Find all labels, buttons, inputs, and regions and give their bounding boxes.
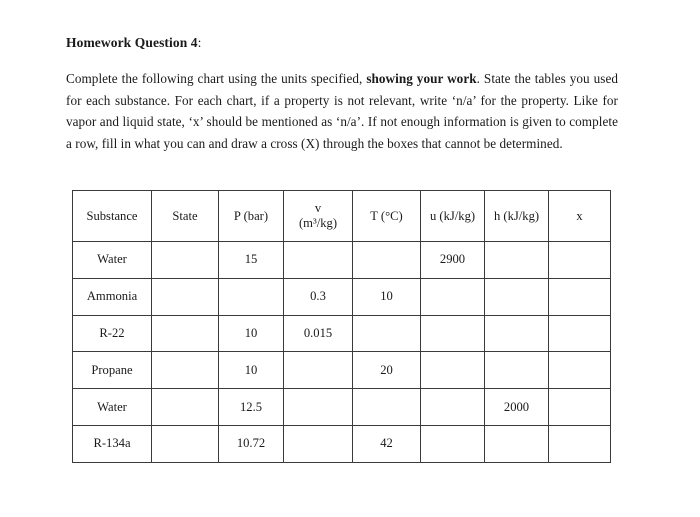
column-header-pressure: P (bar) — [218, 190, 284, 242]
column-header-enthalpy-label: h (kJ/kg) — [493, 208, 540, 223]
cell-temperature[interactable] — [352, 241, 421, 279]
cell-quality[interactable] — [548, 277, 611, 316]
table-row: Propane 10 20 — [72, 351, 611, 390]
instructions-part-1: Complete the following chart using the u… — [66, 71, 367, 86]
cell-enthalpy[interactable]: 2000 — [484, 388, 549, 426]
cell-pressure[interactable]: 10 — [218, 314, 284, 353]
column-header-temperature: T (°C) — [352, 190, 421, 242]
cell-temperature[interactable]: 42 — [352, 424, 421, 463]
table-row: Water 15 2900 — [72, 241, 611, 279]
column-header-enthalpy: h (kJ/kg) — [484, 190, 549, 242]
column-header-state: State — [151, 190, 219, 242]
cell-substance: Water — [72, 241, 152, 279]
cell-pressure[interactable] — [218, 277, 284, 316]
cell-quality[interactable] — [548, 424, 611, 463]
cell-pressure[interactable]: 10.72 — [218, 424, 284, 463]
properties-table: Substance State P (bar) v (m³/kg) T (°C) — [72, 190, 611, 463]
table-row: Water 12.5 2000 — [72, 388, 611, 426]
table-row: R-22 10 0.015 — [72, 314, 611, 353]
cell-temperature[interactable]: 20 — [352, 351, 421, 390]
cell-temperature[interactable]: 10 — [352, 277, 421, 316]
cell-enthalpy[interactable] — [484, 314, 549, 353]
cell-substance: Ammonia — [72, 277, 152, 316]
column-header-internal-energy: u (kJ/kg) — [420, 190, 485, 242]
column-header-pressure-label: P (bar) — [233, 208, 269, 223]
column-header-quality-label: x — [576, 208, 583, 223]
column-header-specific-volume: v (m³/kg) — [283, 190, 353, 242]
cell-internal-energy[interactable] — [420, 351, 485, 390]
page-title-text: Homework Question 4 — [66, 35, 198, 50]
cell-substance: R-22 — [72, 314, 152, 353]
page-title-colon: : — [197, 35, 202, 50]
column-header-specific-volume-unit: (m³/kg) — [298, 216, 338, 230]
cell-enthalpy[interactable] — [484, 424, 549, 463]
cell-pressure[interactable]: 10 — [218, 351, 284, 390]
cell-state[interactable] — [151, 241, 219, 279]
document-content: Homework Question 4: Complete the follow… — [66, 34, 618, 154]
cell-specific-volume[interactable] — [283, 351, 353, 390]
cell-state[interactable] — [151, 388, 219, 426]
cell-enthalpy[interactable] — [484, 277, 549, 316]
cell-internal-energy[interactable] — [420, 424, 485, 463]
cell-quality[interactable] — [548, 241, 611, 279]
column-header-quality: x — [548, 190, 611, 242]
cell-substance: R-134a — [72, 424, 152, 463]
page-title: Homework Question 4: — [66, 34, 618, 52]
cell-specific-volume[interactable] — [283, 388, 353, 426]
cell-enthalpy[interactable] — [484, 241, 549, 279]
cell-internal-energy[interactable] — [420, 314, 485, 353]
cell-enthalpy[interactable] — [484, 351, 549, 390]
cell-substance: Propane — [72, 351, 152, 390]
column-header-specific-volume-label: v — [314, 201, 322, 215]
cell-quality[interactable] — [548, 388, 611, 426]
column-header-substance-label: Substance — [86, 208, 138, 223]
table-row: Ammonia 0.3 10 — [72, 277, 611, 316]
cell-quality[interactable] — [548, 314, 611, 353]
column-header-state-label: State — [172, 208, 198, 223]
cell-pressure[interactable]: 15 — [218, 241, 284, 279]
cell-temperature[interactable] — [352, 388, 421, 426]
instructions-paragraph: Complete the following chart using the u… — [66, 68, 618, 154]
cell-state[interactable] — [151, 424, 219, 463]
document-page: Homework Question 4: Complete the follow… — [0, 0, 700, 517]
cell-quality[interactable] — [548, 351, 611, 390]
cell-specific-volume[interactable]: 0.015 — [283, 314, 353, 353]
column-header-internal-energy-label: u (kJ/kg) — [429, 208, 476, 223]
cell-state[interactable] — [151, 314, 219, 353]
cell-specific-volume[interactable] — [283, 424, 353, 463]
cell-substance: Water — [72, 388, 152, 426]
cell-temperature[interactable] — [352, 314, 421, 353]
cell-internal-energy[interactable] — [420, 388, 485, 426]
cell-specific-volume[interactable]: 0.3 — [283, 277, 353, 316]
cell-state[interactable] — [151, 277, 219, 316]
column-header-temperature-label: T (°C) — [370, 208, 403, 223]
cell-state[interactable] — [151, 351, 219, 390]
properties-table-container: Substance State P (bar) v (m³/kg) T (°C) — [72, 190, 611, 463]
cell-internal-energy[interactable] — [420, 277, 485, 316]
cell-pressure[interactable]: 12.5 — [218, 388, 284, 426]
cell-internal-energy[interactable]: 2900 — [420, 241, 485, 279]
table-header-row: Substance State P (bar) v (m³/kg) T (°C) — [72, 190, 611, 242]
column-header-substance: Substance — [72, 190, 152, 242]
table-row: R-134a 10.72 42 — [72, 424, 611, 463]
instructions-emphasis: showing your work — [366, 71, 477, 86]
cell-specific-volume[interactable] — [283, 241, 353, 279]
